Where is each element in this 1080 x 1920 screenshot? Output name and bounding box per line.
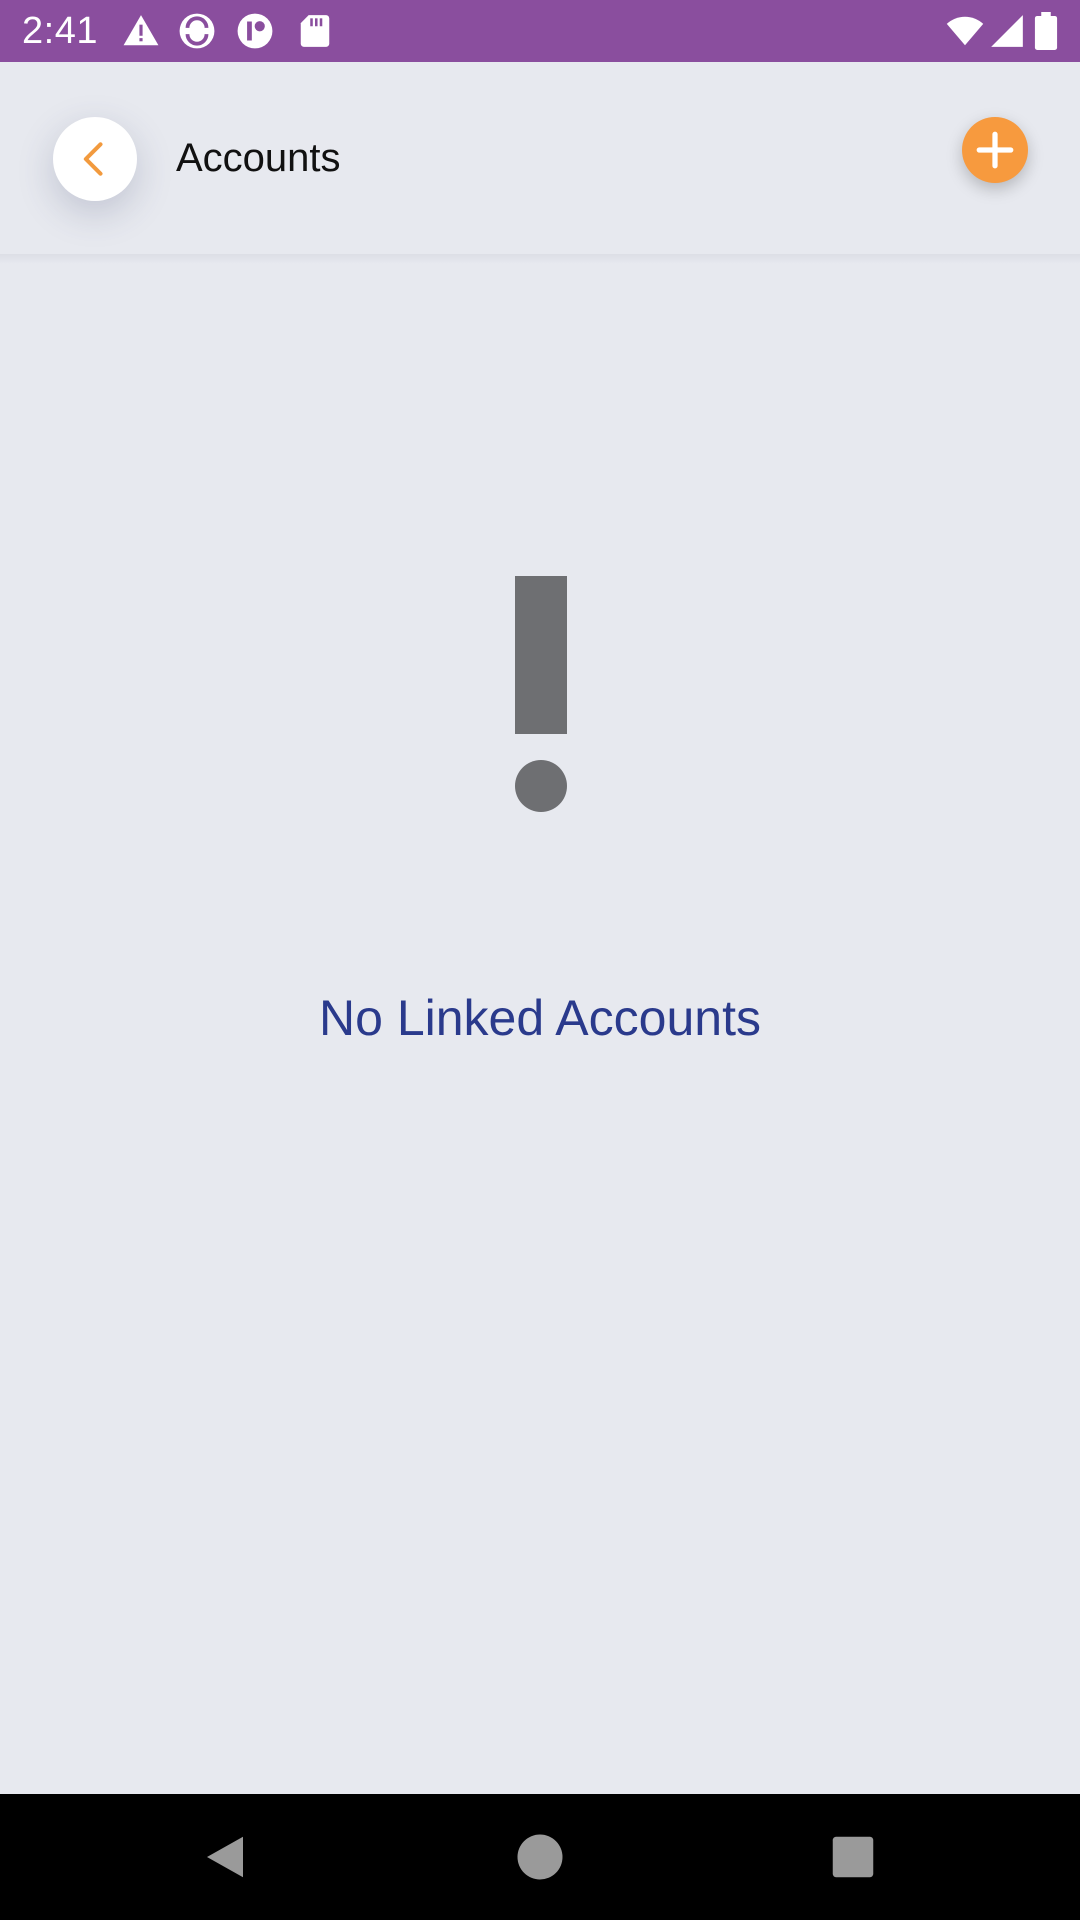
signal-icon xyxy=(988,12,1026,50)
battery-icon xyxy=(1034,12,1058,50)
wifi-icon xyxy=(944,12,986,50)
empty-state-message: No Linked Accounts xyxy=(319,990,761,1046)
accounts-screen: 2:41 Accounts No Linked Accounts xyxy=(0,0,1080,1920)
sync-app-icon xyxy=(178,12,216,50)
recents-square-icon[interactable] xyxy=(826,1830,880,1884)
app-notification-icon xyxy=(236,12,274,50)
page-title: Accounts xyxy=(176,136,341,180)
status-time: 2:41 xyxy=(22,10,98,52)
plus-icon xyxy=(976,131,1014,169)
sd-card-icon xyxy=(296,12,334,50)
home-circle-icon[interactable] xyxy=(513,1830,567,1884)
exclamation-icon xyxy=(514,576,568,812)
back-triangle-icon[interactable] xyxy=(198,1830,252,1884)
chevron-left-icon xyxy=(83,142,103,176)
add-account-button[interactable] xyxy=(962,117,1028,183)
header-divider xyxy=(0,254,1080,264)
warning-icon xyxy=(122,12,160,50)
back-button[interactable] xyxy=(53,117,137,201)
header xyxy=(0,62,1080,258)
status-bar: 2:41 xyxy=(0,0,1080,62)
navigation-bar xyxy=(0,1794,1080,1920)
